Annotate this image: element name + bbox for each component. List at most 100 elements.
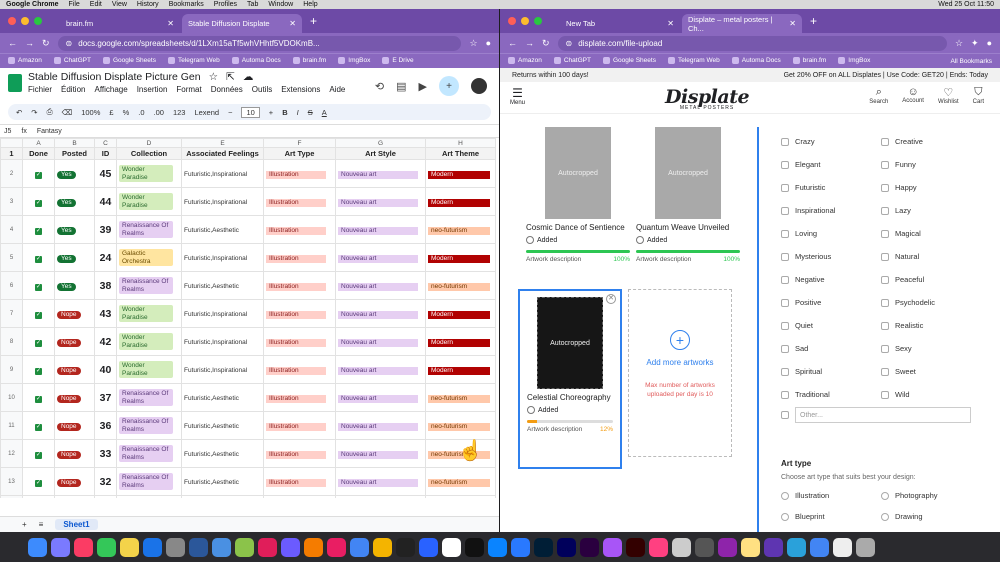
art-type-chip[interactable]: Illustration	[266, 450, 326, 459]
art-style-chip[interactable]: Nouveau art	[338, 450, 418, 459]
trash-icon[interactable]	[856, 537, 875, 557]
menubar-item[interactable]: Bookmarks	[169, 1, 204, 8]
feelings-cell[interactable]: Futuristic,Inspirational	[181, 327, 264, 356]
posted-chip[interactable]: Nope	[57, 394, 81, 403]
bookmark-amazon[interactable]: Amazon	[8, 57, 42, 65]
flower-app-icon[interactable]	[327, 537, 346, 557]
tag-checkbox[interactable]: Sweet	[881, 367, 981, 376]
menu-extensions[interactable]: Extensions	[281, 85, 320, 94]
art-theme-chip[interactable]: Modern	[428, 366, 490, 375]
posted-cell[interactable]: Yes	[54, 187, 95, 216]
bookmark-imgbox[interactable]: ImgBox	[838, 57, 870, 65]
art-type-chip[interactable]: Illustration	[266, 338, 326, 347]
art-theme-cell[interactable]: Modern	[425, 159, 496, 188]
art-theme-chip[interactable]: neo-futurism	[428, 422, 490, 431]
doc-title[interactable]: Stable Diffusion Displate Picture Gen	[28, 71, 201, 83]
posted-cell[interactable]: Nope	[54, 467, 95, 496]
collection-chip[interactable]: Wonder Paradise	[119, 333, 173, 350]
meet-icon[interactable]: ▶	[419, 80, 427, 93]
app-icon[interactable]	[649, 537, 668, 557]
tag-checkbox[interactable]: Loving	[781, 229, 881, 238]
checkbox-checked-icon[interactable]: ✓	[35, 367, 42, 375]
print-icon[interactable]: ⎙	[47, 107, 53, 117]
posted-cell[interactable]: Nope	[54, 327, 95, 356]
posted-chip[interactable]: Yes	[57, 170, 76, 179]
forward-icon[interactable]: →	[25, 38, 34, 48]
chrome-alt-icon[interactable]	[810, 537, 829, 557]
menubar-item[interactable]: Edit	[90, 1, 102, 8]
artwork-card[interactable]: Autocropped Quantum Weave Unveiled Added…	[636, 127, 740, 263]
art-type-option[interactable]: Drawing	[881, 512, 981, 521]
selected-artwork-card[interactable]: ✕ Autocropped Celestial Choreography Add…	[518, 289, 622, 469]
tag-checkbox[interactable]: Traditional	[781, 390, 881, 399]
art-style-cell[interactable]: Nouveau art	[335, 411, 426, 440]
row-number[interactable]: 14	[0, 495, 23, 498]
row-number[interactable]: 5	[0, 243, 23, 272]
art-type-cell[interactable]: Illustration	[263, 187, 336, 216]
art-theme-cell[interactable]: Modern	[425, 355, 496, 384]
art-style-chip[interactable]: Nouveau art	[338, 226, 418, 235]
feelings-chip[interactable]: Futuristic,Inspirational	[184, 255, 247, 263]
column-header[interactable]: D	[116, 138, 182, 148]
art-type-cell[interactable]: Illustration	[263, 271, 336, 300]
posted-cell[interactable]: Nope	[54, 411, 95, 440]
back-icon[interactable]: ←	[508, 38, 517, 48]
minimize-window-button[interactable]	[21, 17, 29, 25]
art-type-chip[interactable]: Illustration	[266, 226, 326, 235]
search-button[interactable]: ⌕ Search	[869, 86, 888, 105]
added-status[interactable]: Added	[526, 236, 630, 244]
done-cell[interactable]: ✓	[22, 327, 55, 356]
description-label[interactable]: Artwork description	[527, 426, 582, 433]
posted-chip[interactable]: Nope	[57, 366, 81, 375]
url-bar[interactable]: ⊜ displate.com/file-upload	[557, 35, 947, 51]
posted-chip[interactable]: Yes	[57, 282, 76, 291]
table-row[interactable]: 9 ✓ Nope 40 Wonder Paradise Futuristic,Inspir…	[0, 355, 496, 384]
art-type-cell[interactable]: Illustration	[263, 495, 336, 498]
italic-button[interactable]: I	[297, 108, 299, 117]
feelings-chip[interactable]: Futuristic,Aesthetic	[184, 227, 244, 235]
description-label[interactable]: Artwork description	[526, 256, 581, 263]
table-row[interactable]: 10 ✓ Nope 37 Renaissance Of Realms Futuristic…	[0, 383, 496, 412]
tag-checkbox[interactable]: Quiet	[781, 321, 881, 330]
music-icon[interactable]	[74, 537, 93, 557]
url-bar[interactable]: ⊜ docs.google.com/spreadsheets/d/1LXm15aT…	[57, 35, 462, 51]
undo-icon[interactable]: ↶	[16, 108, 22, 117]
font-select[interactable]: Lexend	[194, 108, 219, 117]
art-style-chip[interactable]: Nouveau art	[338, 394, 418, 403]
feelings-chip[interactable]: Futuristic,Aesthetic	[184, 423, 244, 431]
collection-chip[interactable]: Galactic Orchestra	[119, 249, 173, 266]
art-type-chip[interactable]: Illustration	[266, 478, 326, 487]
column-header[interactable]: F	[263, 138, 336, 148]
art-theme-chip[interactable]: neo-futurism	[428, 282, 490, 291]
cloud-app-icon[interactable]	[235, 537, 254, 557]
column-header[interactable]: B	[54, 138, 95, 148]
tag-checkbox[interactable]: Lazy	[881, 206, 981, 215]
close-tab-icon[interactable]: ✕	[667, 19, 674, 28]
art-theme-cell[interactable]: Modern	[425, 299, 496, 328]
move-icon[interactable]: ⇱	[226, 71, 235, 83]
edit-app-icon[interactable]	[281, 537, 300, 557]
row-number[interactable]: 12	[0, 439, 23, 468]
art-theme-cell[interactable]: Modern	[425, 243, 496, 272]
checkbox-checked-icon[interactable]: ✓	[35, 423, 42, 431]
art-type-cell[interactable]: Illustration	[263, 383, 336, 412]
feelings-chip[interactable]: Futuristic,Inspirational	[184, 171, 247, 179]
photoshop-icon[interactable]	[534, 537, 553, 557]
safari-icon[interactable]	[488, 537, 507, 557]
feelings-cell[interactable]: Futuristic,Inspirational	[181, 159, 264, 188]
star-doc-icon[interactable]: ☆	[209, 71, 218, 83]
feelings-cell[interactable]: Futuristic,Aesthetic	[181, 215, 264, 244]
id-cell[interactable]: 44	[94, 187, 117, 216]
artwork-card[interactable]: Autocropped Cosmic Dance of Sentience Ad…	[526, 127, 630, 263]
art-style-cell[interactable]: Nouveau art	[335, 215, 426, 244]
all-sheets-icon[interactable]: ≡	[39, 520, 44, 529]
table-row[interactable]: 7 ✓ Nope 43 Wonder Paradise Futuristic,Inspir…	[0, 299, 496, 328]
art-theme-cell[interactable]: neo-futurism	[425, 215, 496, 244]
checkbox-checked-icon[interactable]: ✓	[35, 283, 42, 291]
collection-chip[interactable]: Wonder Paradise	[119, 193, 173, 210]
collection-chip[interactable]: Renaissance Of Realms	[119, 221, 173, 238]
art-type-chip[interactable]: Illustration	[266, 254, 326, 263]
tag-checkbox[interactable]: Elegant	[781, 160, 881, 169]
avatar[interactable]	[471, 78, 487, 94]
collection-cell[interactable]: Renaissance Of Realms	[116, 467, 182, 496]
